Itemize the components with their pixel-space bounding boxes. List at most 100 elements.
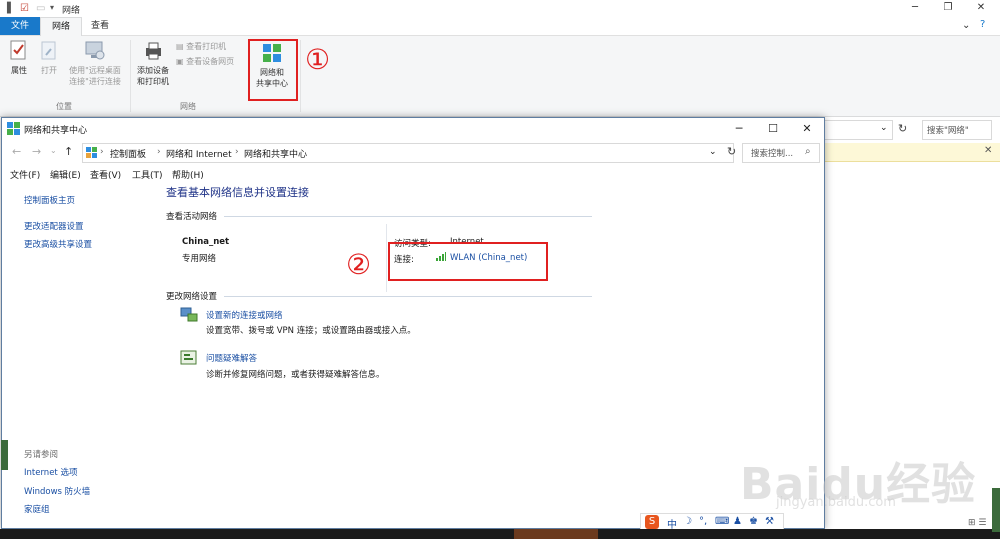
menu-bar: 文件(F) 编辑(E) 查看(V) 工具(T) 帮助(H) bbox=[2, 167, 824, 181]
view-printers-label: 查看打印机 bbox=[186, 42, 227, 51]
tab-file[interactable]: 文件 bbox=[0, 17, 40, 35]
remote-desktop-button[interactable]: 使用"远程桌面 连接"进行连接 bbox=[64, 40, 126, 87]
explorer-minimize-button[interactable]: ─ bbox=[900, 1, 930, 15]
menu-help[interactable]: 帮助(H) bbox=[172, 168, 204, 181]
active-networks-title: 查看活动网络 bbox=[166, 212, 218, 222]
address-dropdown-icon[interactable]: ⌄ bbox=[709, 147, 717, 157]
left-edge-tab bbox=[1, 440, 8, 470]
see-also-homegroup[interactable]: 家庭组 bbox=[24, 503, 50, 515]
keyboard-icon[interactable]: ⌨ bbox=[715, 516, 729, 527]
window-search-box[interactable]: 搜索控制... ⌕ bbox=[742, 143, 820, 163]
menu-tools[interactable]: 工具(T) bbox=[132, 168, 163, 181]
explorer-maximize-button[interactable]: ❐ bbox=[933, 1, 963, 15]
explorer-close-button[interactable]: ✕ bbox=[966, 1, 996, 15]
explorer-search-placeholder: 搜索"网络" bbox=[927, 126, 969, 136]
navigation-bar: ← → ⌄ ↑ › 控制面板 › 网络和 Internet › 网络和共享中心 … bbox=[2, 141, 824, 165]
user-icon[interactable]: ♟ bbox=[733, 516, 742, 527]
right-edge-tab bbox=[992, 488, 1000, 532]
main-content: 查看基本网络信息并设置连接 查看活动网络 China_net 专用网络 访问类型… bbox=[162, 182, 822, 528]
menu-edit[interactable]: 编辑(E) bbox=[50, 168, 81, 181]
tools-icon[interactable]: ⚒ bbox=[765, 516, 774, 527]
refresh-icon[interactable]: ↻ bbox=[727, 145, 736, 158]
breadcrumb-separator-icon: › bbox=[235, 147, 239, 157]
window-close-button[interactable]: ✕ bbox=[790, 121, 824, 137]
address-bar[interactable]: › 控制面板 › 网络和 Internet › 网络和共享中心 ⌄ bbox=[82, 143, 734, 163]
group-network-label: 网络 bbox=[180, 102, 196, 111]
breadcrumb-control-panel[interactable]: 控制面板 bbox=[110, 147, 146, 160]
annotation-1: ① bbox=[305, 43, 331, 76]
recent-dropdown-icon[interactable]: ⌄ bbox=[50, 146, 57, 155]
ribbon-expand-icon[interactable]: ⌄ bbox=[962, 20, 970, 31]
section-divider bbox=[224, 216, 592, 217]
up-arrow-icon[interactable]: ↑ bbox=[64, 145, 73, 158]
baidu-watermark-url: jingyan.baidu.com bbox=[776, 495, 896, 510]
view-printers-button[interactable]: ▤ 查看打印机 bbox=[176, 41, 226, 53]
breadcrumb-sharing-center[interactable]: 网络和共享中心 bbox=[244, 147, 307, 160]
tab-network[interactable]: 网络 bbox=[40, 17, 82, 36]
sidebar-link-control-panel-home[interactable]: 控制面板主页 bbox=[24, 194, 75, 206]
setup-connection-link[interactable]: 设置新的连接或网络 bbox=[206, 309, 283, 321]
sidebar-link-adapter-settings[interactable]: 更改适配器设置 bbox=[24, 220, 84, 232]
breadcrumb-network-internet[interactable]: 网络和 Internet bbox=[166, 147, 232, 160]
add-device-label-1: 添加设备 bbox=[137, 66, 169, 75]
explorer-app-icon: ▐ bbox=[3, 3, 11, 14]
moon-icon[interactable]: ☽ bbox=[683, 516, 692, 527]
view-toggle-icons[interactable]: ⊞ ☰ bbox=[968, 518, 986, 528]
tab-view[interactable]: 查看 bbox=[82, 17, 118, 35]
view-printers-icon: ▤ bbox=[176, 42, 184, 51]
punctuation-icon[interactable]: °, bbox=[699, 516, 707, 527]
view-device-page-button[interactable]: ▣ 查看设备网页 bbox=[176, 56, 234, 68]
control-panel-icon bbox=[86, 147, 97, 158]
info-bar-close-icon[interactable]: ✕ bbox=[984, 145, 992, 156]
window-app-icon bbox=[7, 122, 20, 135]
open-icon bbox=[41, 41, 56, 60]
forward-arrow-icon[interactable]: → bbox=[32, 145, 41, 158]
refresh-icon[interactable]: ↻ bbox=[898, 122, 907, 135]
network-type: 专用网络 bbox=[182, 254, 217, 264]
open-button[interactable]: 打开 bbox=[36, 40, 62, 76]
remote-desktop-label-2: 连接"进行连接 bbox=[69, 77, 121, 86]
sogou-icon[interactable]: S bbox=[645, 515, 659, 529]
ribbon-tabs: 文件 网络 查看 ⌄ ? bbox=[0, 17, 1000, 36]
taskbar bbox=[0, 529, 1000, 539]
annotation-2: ② bbox=[346, 248, 372, 281]
network-sharing-center-window: 网络和共享中心 ─ ☐ ✕ ← → ⌄ ↑ › 控制面板 › 网络和 Inter… bbox=[1, 117, 825, 529]
add-device-button[interactable]: 添加设备 和打印机 bbox=[134, 40, 172, 87]
ribbon-divider bbox=[130, 40, 131, 112]
remote-desktop-icon bbox=[85, 41, 105, 60]
properties-button[interactable]: 属性 bbox=[6, 40, 32, 76]
open-label: 打开 bbox=[41, 66, 57, 75]
new-folder-quick-icon[interactable]: ▭ bbox=[36, 3, 45, 14]
see-also-windows-firewall[interactable]: Windows 防火墙 bbox=[24, 485, 90, 497]
remote-desktop-label-1: 使用"远程桌面 bbox=[69, 66, 121, 75]
quick-access-dropdown-icon[interactable]: ▾ bbox=[50, 3, 54, 12]
sidebar: 控制面板主页 更改适配器设置 更改高级共享设置 另请参阅 Internet 选项… bbox=[2, 182, 162, 528]
menu-view[interactable]: 查看(V) bbox=[90, 168, 121, 181]
back-arrow-icon[interactable]: ← bbox=[12, 145, 21, 158]
group-location-label: 位置 bbox=[56, 102, 72, 111]
menu-file[interactable]: 文件(F) bbox=[10, 168, 40, 181]
properties-quick-icon[interactable]: ☑ bbox=[20, 3, 29, 14]
breadcrumb-separator-icon: › bbox=[157, 147, 161, 157]
explorer-search-box[interactable]: 搜索"网络" bbox=[922, 120, 992, 140]
explorer-address-bar[interactable]: ⌄ bbox=[824, 120, 893, 140]
search-icon: ⌕ bbox=[805, 146, 811, 157]
explorer-info-bar: ✕ bbox=[824, 143, 1000, 162]
address-dropdown-icon[interactable]: ⌄ bbox=[880, 123, 888, 133]
see-also-internet-options[interactable]: Internet 选项 bbox=[24, 466, 77, 478]
explorer-title: 网络 bbox=[62, 6, 81, 16]
window-minimize-button[interactable]: ─ bbox=[722, 121, 756, 137]
troubleshoot-link[interactable]: 问题疑难解答 bbox=[206, 352, 257, 364]
window-maximize-button[interactable]: ☐ bbox=[756, 121, 790, 137]
see-also-title: 另请参阅 bbox=[24, 450, 59, 460]
explorer-title-bar: ▐ ☑ ▭ ▾ 网络 ─ ❐ ✕ bbox=[0, 0, 1000, 17]
skin-icon[interactable]: ♚ bbox=[749, 516, 758, 527]
taskbar-app-button[interactable] bbox=[514, 529, 598, 539]
troubleshoot-desc: 诊断并修复网络问题，或者获得疑难解答信息。 bbox=[206, 370, 385, 380]
properties-label: 属性 bbox=[11, 66, 27, 75]
breadcrumb-separator-icon: › bbox=[100, 147, 104, 157]
help-icon[interactable]: ? bbox=[980, 19, 985, 30]
highlight-box-1 bbox=[248, 39, 298, 101]
ribbon-divider bbox=[300, 40, 301, 112]
sidebar-link-advanced-sharing[interactable]: 更改高级共享设置 bbox=[24, 238, 92, 250]
